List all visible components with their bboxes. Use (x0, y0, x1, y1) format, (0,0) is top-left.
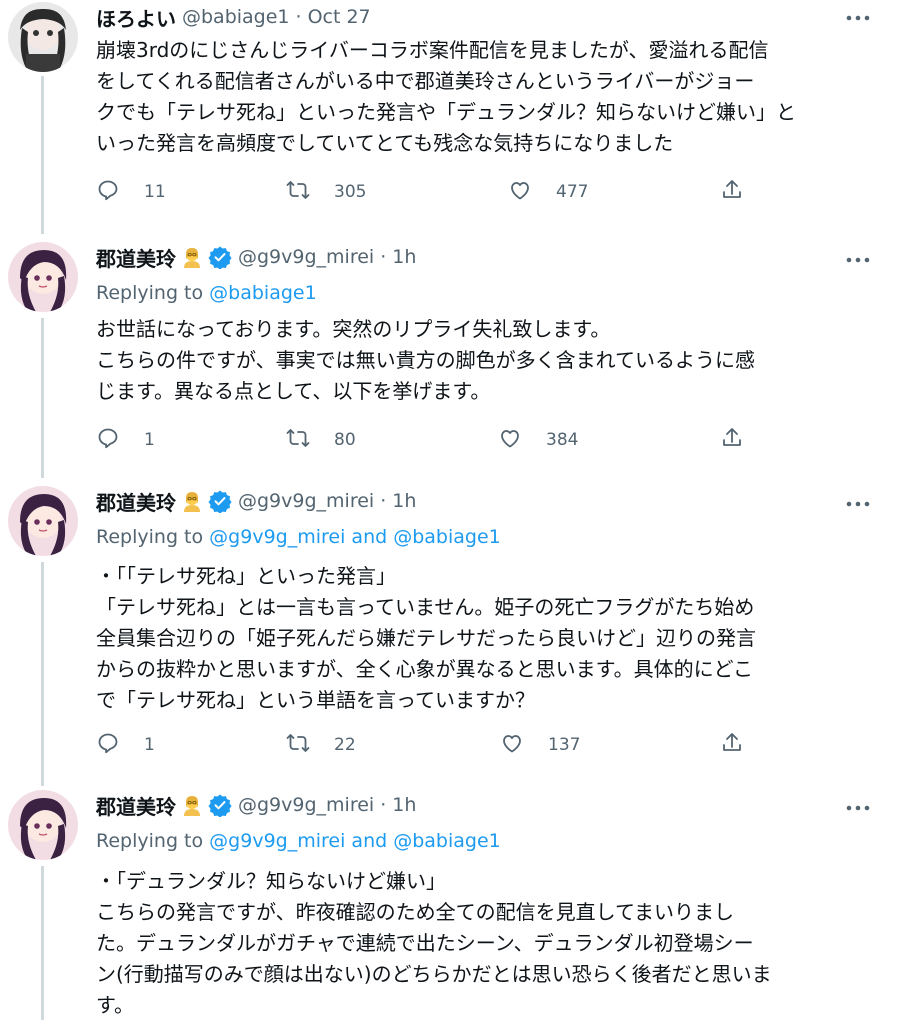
thread-line (41, 318, 44, 478)
user-handle[interactable]: @g9v9g_mirei (238, 246, 374, 268)
display-name[interactable]: 郡道美玲 (96, 243, 176, 272)
timestamp[interactable]: 1h (392, 246, 416, 268)
tweet-header: 郡道美玲 @g9v9g_mirei · 1h (96, 242, 416, 272)
tweet-actions: 1 80 384 (96, 424, 856, 456)
tweet-header: ほろよい @babiage1 · Oct 27 (96, 2, 371, 32)
avatar[interactable] (8, 242, 78, 312)
like-button[interactable]: 384 (498, 424, 578, 456)
avatar[interactable] (8, 2, 78, 72)
more-icon[interactable] (840, 492, 876, 516)
user-handle[interactable]: @g9v9g_mirei (238, 490, 374, 512)
like-button[interactable]: 137 (500, 729, 580, 761)
tweet-header: 郡道美玲 @g9v9g_mirei · 1h (96, 790, 416, 820)
tweet-actions: 1 22 137 (96, 729, 856, 761)
separator: · (295, 6, 302, 28)
tweet-header: 郡道美玲 @g9v9g_mirei · 1h (96, 486, 416, 516)
share-button[interactable] (720, 176, 744, 208)
reply-count: 1 (144, 430, 155, 450)
display-name[interactable]: 郡道美玲 (96, 487, 176, 516)
retweet-button[interactable]: 305 (286, 176, 366, 208)
retweet-icon (286, 178, 310, 207)
separator: · (380, 794, 387, 816)
like-count: 137 (548, 735, 581, 755)
retweet-icon (286, 426, 310, 455)
retweet-count: 80 (334, 430, 356, 450)
reply-icon (96, 178, 120, 207)
reply-button[interactable]: 1 (96, 424, 155, 456)
retweet-button[interactable]: 22 (286, 729, 356, 761)
reply-button[interactable]: 1 (96, 729, 155, 761)
timestamp[interactable]: 1h (392, 490, 416, 512)
display-name[interactable]: 郡道美玲 (96, 791, 176, 820)
thread-line (41, 562, 44, 786)
share-button[interactable] (720, 729, 744, 761)
timestamp[interactable]: Oct 27 (308, 6, 371, 28)
retweet-icon (286, 731, 310, 760)
mentioned-user-link[interactable]: @babiage1 (393, 830, 501, 852)
reply-count: 1 (144, 735, 155, 755)
share-icon (720, 178, 744, 207)
heart-icon (508, 178, 532, 207)
verified-badge-icon (208, 489, 232, 514)
heart-icon (500, 731, 524, 760)
retweet-count: 22 (334, 735, 356, 755)
reply-icon (96, 426, 120, 455)
replying-to: Replying to @g9v9g_mirei and @babiage1 (96, 526, 501, 548)
avatar[interactable] (8, 486, 78, 556)
teacher-emoji-icon (180, 489, 204, 513)
verified-badge-icon (208, 793, 232, 818)
user-handle[interactable]: @g9v9g_mirei (238, 794, 374, 816)
reply-icon (96, 731, 120, 760)
tweet-text: 崩壊3rdのにじさんじライバーコラボ案件配信を見ましたが、愛溢れる配信 をしてく… (96, 38, 796, 155)
tweet-text: お世話になっております。突然のリプライ失礼致します。 こちらの件ですが、事実では… (96, 317, 755, 403)
teacher-emoji-icon (180, 245, 204, 269)
more-icon[interactable] (840, 6, 876, 30)
retweet-button[interactable]: 80 (286, 424, 356, 456)
more-icon[interactable] (840, 796, 876, 820)
teacher-emoji-icon (180, 793, 204, 817)
thread-line (41, 76, 44, 234)
like-button[interactable]: 477 (508, 176, 588, 208)
like-count: 477 (556, 182, 589, 202)
timestamp[interactable]: 1h (392, 794, 416, 816)
share-icon (720, 731, 744, 760)
replying-to-label: Replying to (96, 526, 204, 548)
reply-button[interactable]: 11 (96, 176, 166, 208)
and-label: and (351, 830, 388, 852)
tweet-text: ・「デュランダル？知らないけど嫌い」 こちらの発言ですが、昨夜確認のため全ての配… (96, 869, 772, 1017)
mentioned-user-link[interactable]: @babiage1 (393, 526, 501, 548)
and-label: and (351, 526, 388, 548)
mentioned-user-link[interactable]: @g9v9g_mirei (209, 830, 345, 852)
share-icon (720, 426, 744, 455)
user-handle[interactable]: @babiage1 (182, 6, 290, 28)
verified-badge-icon (208, 245, 232, 270)
like-count: 384 (546, 430, 579, 450)
replying-to-label: Replying to (96, 282, 204, 304)
replying-to: Replying to @g9v9g_mirei and @babiage1 (96, 830, 501, 852)
mentioned-user-link[interactable]: @g9v9g_mirei (209, 526, 345, 548)
reply-count: 11 (144, 182, 166, 202)
more-icon[interactable] (840, 248, 876, 272)
replying-to-label: Replying to (96, 830, 204, 852)
separator: · (380, 490, 387, 512)
replying-to: Replying to @babiage1 (96, 282, 317, 304)
display-name[interactable]: ほろよい (96, 3, 176, 32)
share-button[interactable] (720, 424, 744, 456)
heart-icon (498, 426, 522, 455)
tweet-text: ・「「テレサ死ね」といった発言」 「テレサ死ね」とは一言も言っていません。姫子の… (96, 564, 756, 712)
avatar[interactable] (8, 790, 78, 860)
tweet-actions: 11 305 477 (96, 176, 856, 208)
thread-line (41, 866, 44, 1020)
retweet-count: 305 (334, 182, 367, 202)
separator: · (380, 246, 387, 268)
mentioned-user-link[interactable]: @babiage1 (209, 282, 317, 304)
